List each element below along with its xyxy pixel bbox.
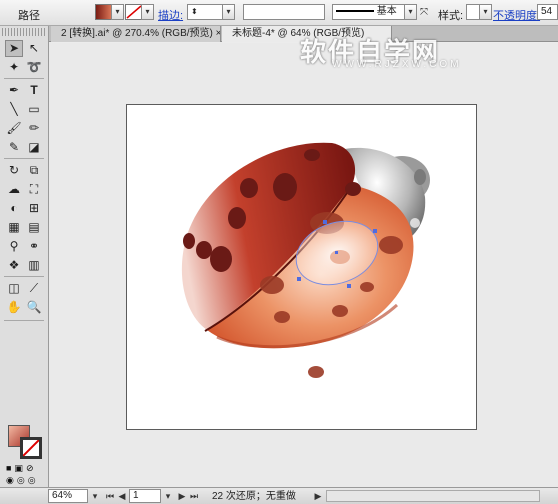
- symbol-sprayer-icon[interactable]: ❖: [5, 257, 23, 274]
- first-artboard-icon[interactable]: ⏮: [104, 490, 116, 502]
- control-bar: 路径 ▾ ▾ 描边: ⬍ ▾ 基本 ▾ ⤧ 样式: ▾ 不透明度: 54: [0, 0, 558, 26]
- color-mode-buttons[interactable]: ■▣⊘: [6, 463, 42, 473]
- fill-dropdown[interactable]: ▾: [111, 4, 124, 20]
- type-icon[interactable]: T: [25, 82, 43, 99]
- opacity-field[interactable]: 54: [537, 4, 558, 20]
- line-icon[interactable]: ╲: [5, 101, 23, 118]
- tab-document-1[interactable]: 2 [转换].ai* @ 270.4% (RGB/预览) ×: [51, 26, 221, 42]
- no-stroke-icon: [22, 439, 40, 457]
- brush-dropdown[interactable]: ▾: [404, 4, 417, 20]
- artboard-dropdown-icon[interactable]: ▾: [162, 490, 174, 502]
- stroke-dropdown[interactable]: ▾: [141, 4, 154, 20]
- magic-wand-icon[interactable]: ✦: [5, 59, 23, 76]
- zoom-field[interactable]: 64%: [48, 489, 88, 503]
- gradient-icon[interactable]: ▤: [25, 219, 43, 236]
- perspective-grid-icon[interactable]: ⊞: [25, 200, 43, 217]
- style-label: 样式:: [438, 10, 464, 22]
- style-dropdown[interactable]: ▾: [479, 4, 492, 20]
- zoom-dropdown-icon[interactable]: ▾: [89, 490, 101, 502]
- status-menu-icon[interactable]: ▶: [312, 490, 324, 502]
- ladybug-illustration[interactable]: [127, 105, 476, 429]
- pen-icon[interactable]: ✒: [5, 82, 23, 99]
- zoom-icon[interactable]: 🔍: [25, 299, 43, 316]
- object-type-label: 路径: [18, 10, 40, 22]
- warp-icon[interactable]: ☁: [5, 181, 23, 198]
- opacity-label[interactable]: 不透明度:: [493, 7, 540, 23]
- tools-panel: ➤ ↖ ✦ ➰ ✒ T ╲ ▭ 🖌 ✏ ✎ ◪ ↻ ⧉ ☁ ⛶ ◐ ⊞ ▦ ▤ …: [0, 26, 49, 488]
- horizontal-scrollbar[interactable]: [326, 490, 540, 502]
- status-bar: 64% ▾ ⏮ ◀ 1 ▾ ▶ ⏭ 22 次还原；无重做 ▶: [0, 487, 558, 504]
- lasso-icon[interactable]: ➰: [25, 59, 43, 76]
- stroke-weight-dropdown[interactable]: ▾: [222, 4, 235, 20]
- variable-width-field[interactable]: [243, 4, 325, 20]
- stroke-label[interactable]: 描边:: [158, 7, 183, 23]
- eyedropper-icon[interactable]: ⚲: [5, 238, 23, 255]
- shape-builder-icon[interactable]: ◐: [5, 200, 23, 217]
- hand-icon[interactable]: ✋: [5, 299, 23, 316]
- direct-selection-icon[interactable]: ↖: [25, 40, 43, 57]
- rectangle-icon[interactable]: ▭: [25, 101, 43, 118]
- close-icon[interactable]: ×: [216, 28, 220, 39]
- selection-icon[interactable]: ➤: [5, 40, 23, 57]
- style-field[interactable]: [466, 4, 480, 20]
- stroke-line-icon: [336, 10, 374, 13]
- column-graph-icon[interactable]: ▥: [25, 257, 43, 274]
- mesh-icon[interactable]: ▦: [5, 219, 23, 236]
- last-artboard-icon[interactable]: ⏭: [188, 490, 200, 502]
- canvas-area[interactable]: [49, 43, 558, 487]
- pencil-icon[interactable]: ✏: [25, 120, 43, 137]
- no-stroke-icon: [126, 5, 142, 19]
- stroke-color-box[interactable]: [20, 437, 42, 459]
- blend-icon[interactable]: ⚭: [25, 238, 43, 255]
- scale-icon[interactable]: ⧉: [25, 162, 43, 179]
- eraser-icon[interactable]: ◪: [25, 139, 43, 156]
- stroke-weight-stepper-icon[interactable]: ⬍: [191, 7, 198, 16]
- free-transform-icon[interactable]: ⛶: [25, 181, 43, 198]
- artboard-icon[interactable]: ◫: [5, 280, 23, 297]
- artboard-number-field[interactable]: 1: [129, 489, 161, 503]
- expand-icon[interactable]: ⤧: [420, 7, 428, 18]
- previous-artboard-icon[interactable]: ◀: [116, 490, 128, 502]
- undo-status-text: 22 次还原；无重做: [212, 491, 296, 502]
- draw-mode-buttons[interactable]: ◉◎◎: [6, 475, 42, 485]
- watermark-url: WWW.RJZXW.COM: [332, 59, 462, 70]
- blob-brush-icon[interactable]: ✎: [5, 139, 23, 156]
- brush-definition-field[interactable]: 基本: [332, 4, 405, 20]
- next-artboard-icon[interactable]: ▶: [176, 490, 188, 502]
- panel-grip[interactable]: [2, 28, 46, 36]
- rotate-icon[interactable]: ↻: [5, 162, 23, 179]
- artboard[interactable]: [126, 104, 477, 430]
- slice-icon[interactable]: ⟋: [25, 280, 43, 297]
- paintbrush-icon[interactable]: 🖌: [5, 120, 23, 137]
